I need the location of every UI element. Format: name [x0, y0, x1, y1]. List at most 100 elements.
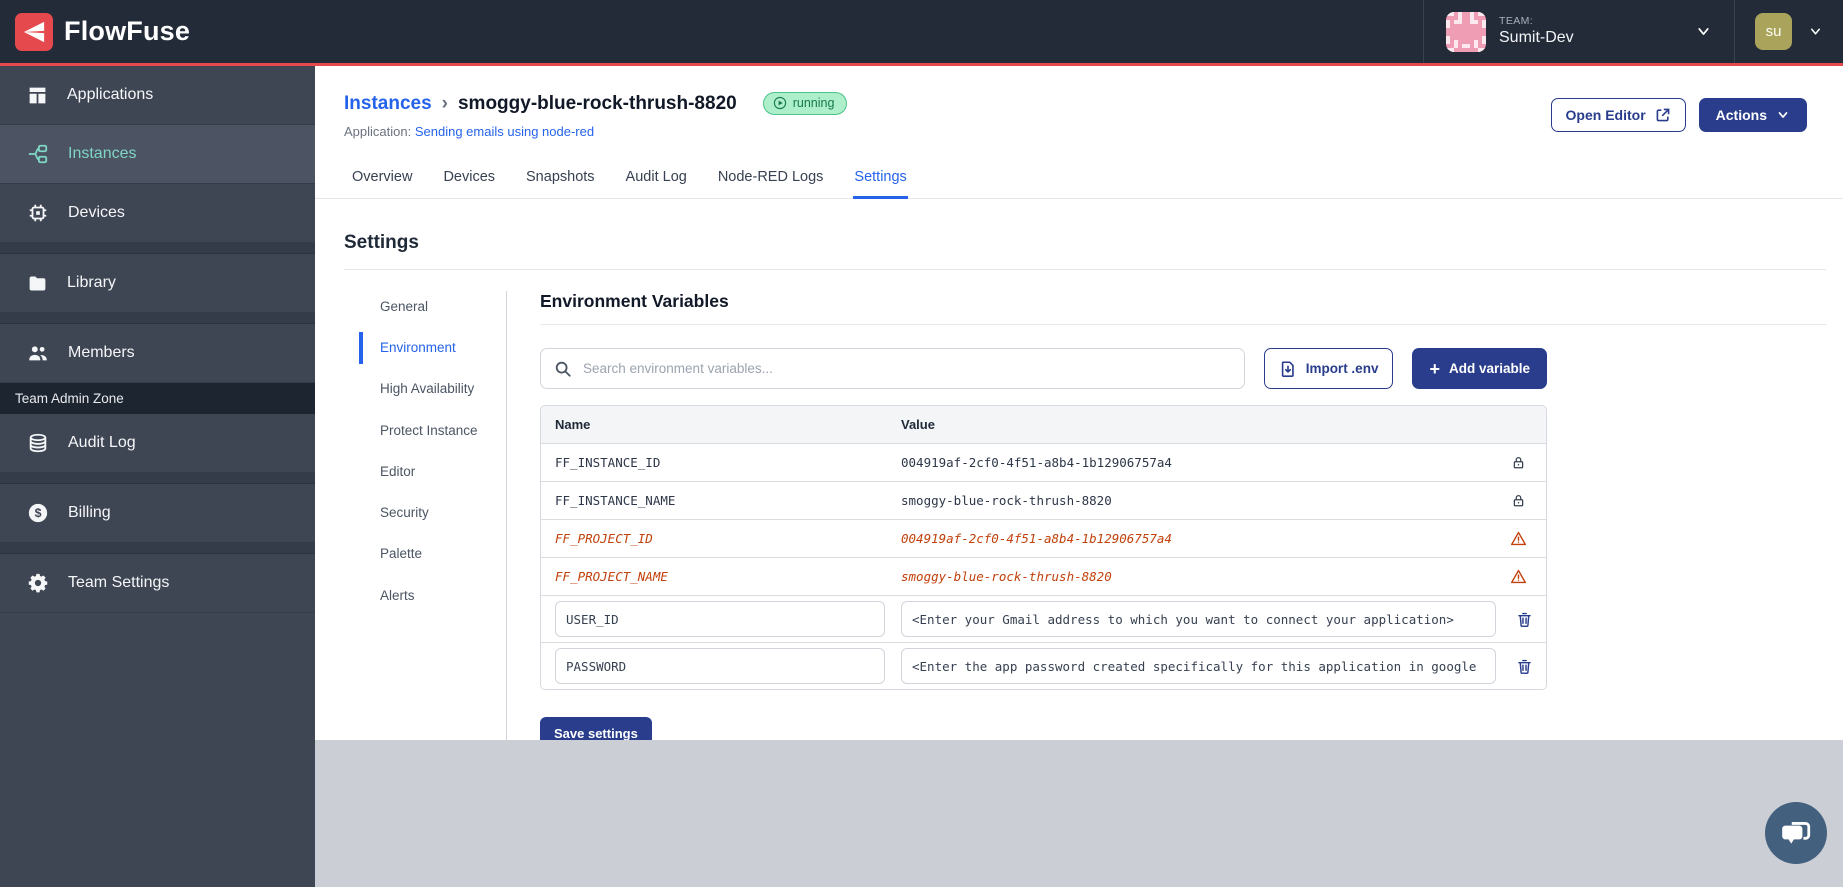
- breadcrumb-separator: ›: [441, 92, 448, 114]
- subnav-environment[interactable]: Environment: [359, 332, 482, 365]
- tab-devices[interactable]: Devices: [442, 160, 496, 199]
- env-var-value-input[interactable]: [901, 648, 1496, 684]
- play-circle-icon: [773, 96, 787, 110]
- import-env-button[interactable]: Import .env: [1263, 348, 1394, 389]
- actions-button[interactable]: Actions: [1698, 98, 1807, 132]
- search-input[interactable]: [583, 361, 1231, 376]
- sidebar-item-library[interactable]: Library: [0, 254, 315, 313]
- sidebar-item-label: Team Settings: [68, 574, 170, 591]
- breadcrumb-instances-link[interactable]: Instances: [344, 93, 432, 115]
- status-badge-text: running: [792, 96, 835, 110]
- sidebar-group-gap: [0, 243, 315, 254]
- tab-overview[interactable]: Overview: [351, 160, 413, 199]
- env-var-value-input[interactable]: [901, 601, 1496, 637]
- team-name: Sumit-Dev: [1499, 29, 1574, 47]
- env-var-name-input[interactable]: [555, 648, 885, 684]
- app-window: FlowFuse TEAM: Sumit-Dev su Applications…: [0, 0, 1843, 887]
- subnav-security[interactable]: Security: [359, 497, 482, 529]
- divider: [540, 324, 1826, 325]
- header-actions: Open Editor Actions: [1550, 92, 1807, 132]
- subnav-palette[interactable]: Palette: [359, 538, 482, 570]
- env-var-name-input[interactable]: [555, 601, 885, 637]
- database-icon: [27, 432, 49, 454]
- team-text: TEAM: Sumit-Dev: [1499, 15, 1574, 48]
- env-var-value: 004919af-2cf0-4f51-a8b4-1b12906757a4: [901, 531, 1172, 546]
- application-label: Application:: [344, 124, 412, 139]
- open-editor-button[interactable]: Open Editor: [1550, 98, 1686, 132]
- delete-variable-button[interactable]: [1496, 611, 1546, 628]
- sidebar-item-members[interactable]: Members: [0, 324, 315, 383]
- plus-icon: +: [1429, 358, 1440, 379]
- sidebar-item-team-settings[interactable]: Team Settings: [0, 554, 315, 613]
- delete-variable-button[interactable]: [1496, 658, 1546, 675]
- tab-settings[interactable]: Settings: [853, 160, 908, 199]
- sidebar-item-instances[interactable]: Instances: [0, 125, 315, 184]
- column-value: Value: [901, 417, 935, 432]
- actions-label: Actions: [1715, 107, 1767, 123]
- import-env-label: Import .env: [1305, 361, 1379, 376]
- column-name: Name: [555, 417, 591, 432]
- page-footer-area: [315, 740, 1843, 887]
- table-header: Name Value: [541, 406, 1546, 443]
- folder-icon: [27, 273, 48, 294]
- settings-title: Settings: [344, 232, 419, 253]
- user-avatar: su: [1755, 13, 1792, 50]
- env-var-name: FF_PROJECT_ID: [555, 531, 653, 546]
- subnav-editor[interactable]: Editor: [359, 456, 482, 488]
- tab-audit-log[interactable]: Audit Log: [625, 160, 688, 199]
- search-icon: [554, 360, 572, 378]
- brand-name: FlowFuse: [64, 16, 191, 46]
- tab-snapshots[interactable]: Snapshots: [525, 160, 596, 199]
- lock-icon: [1490, 455, 1546, 470]
- tab-nodered-logs[interactable]: Node-RED Logs: [717, 160, 825, 199]
- chat-widget-button[interactable]: [1765, 802, 1827, 864]
- divider: [506, 291, 507, 750]
- sidebar-group-gap: [0, 473, 315, 484]
- warning-triangle-icon: [1490, 530, 1546, 547]
- subnav-protect-instance[interactable]: Protect Instance: [359, 415, 482, 447]
- sidebar-item-label: Billing: [68, 504, 111, 521]
- sidebar: Applications Instances Devices Library M…: [0, 66, 315, 887]
- env-section-title: Environment Variables: [540, 291, 729, 311]
- sidebar-item-devices[interactable]: Devices: [0, 184, 315, 243]
- table-row: [541, 642, 1546, 689]
- page-header: Instances › smoggy-blue-rock-thrush-8820…: [315, 66, 1843, 139]
- users-icon: [27, 342, 49, 364]
- team-selector[interactable]: TEAM: Sumit-Dev: [1424, 0, 1734, 63]
- subnav-alerts[interactable]: Alerts: [359, 580, 482, 612]
- instance-tabs: Overview Devices Snapshots Audit Log Nod…: [315, 160, 1843, 199]
- env-var-value: smoggy-blue-rock-thrush-8820: [901, 569, 1112, 584]
- subnav-general[interactable]: General: [359, 291, 482, 323]
- main-content: Instances › smoggy-blue-rock-thrush-8820…: [315, 66, 1843, 887]
- team-label: TEAM:: [1499, 14, 1534, 27]
- sidebar-item-label: Members: [68, 344, 135, 361]
- user-menu[interactable]: su: [1735, 0, 1843, 63]
- top-navbar: FlowFuse TEAM: Sumit-Dev su: [0, 0, 1843, 66]
- breadcrumb: Instances › smoggy-blue-rock-thrush-8820…: [344, 92, 848, 115]
- env-var-name: FF_INSTANCE_ID: [555, 455, 661, 470]
- application-link[interactable]: Sending emails using node-red: [415, 124, 594, 139]
- sidebar-item-billing[interactable]: $ Billing: [0, 484, 315, 543]
- external-link-icon: [1655, 107, 1671, 123]
- sidebar-item-label: Library: [67, 274, 116, 291]
- table-row: FF_INSTANCE_NAME smoggy-blue-rock-thrush…: [541, 481, 1546, 519]
- sidebar-item-label: Audit Log: [68, 434, 136, 451]
- env-var-value: 004919af-2cf0-4f51-a8b4-1b12906757a4: [901, 455, 1172, 470]
- sidebar-item-audit-log[interactable]: Audit Log: [0, 414, 315, 473]
- brand: FlowFuse: [0, 0, 190, 63]
- env-var-value: smoggy-blue-rock-thrush-8820: [901, 493, 1112, 508]
- sidebar-item-applications[interactable]: Applications: [0, 66, 315, 125]
- subnav-high-availability[interactable]: High Availability: [359, 373, 482, 405]
- table-row: FF_PROJECT_ID 004919af-2cf0-4f51-a8b4-1b…: [541, 519, 1546, 557]
- chevron-down-icon: [1808, 24, 1823, 39]
- add-variable-label: Add variable: [1448, 361, 1530, 376]
- table-row: [541, 595, 1546, 642]
- settings-section: Settings General Environment High Availa…: [315, 199, 1843, 750]
- add-variable-button[interactable]: + Add variable: [1412, 348, 1547, 389]
- application-line: Application: Sending emails using node-r…: [344, 124, 847, 139]
- table-row: FF_INSTANCE_ID 004919af-2cf0-4f51-a8b4-1…: [541, 443, 1546, 481]
- chat-bubbles-icon: [1779, 816, 1813, 850]
- flowfuse-logo-icon: [15, 12, 53, 51]
- chevron-down-icon: [1695, 23, 1712, 40]
- env-variables-table: Name Value FF_INSTANCE_ID 004919af-2cf0-…: [540, 405, 1547, 690]
